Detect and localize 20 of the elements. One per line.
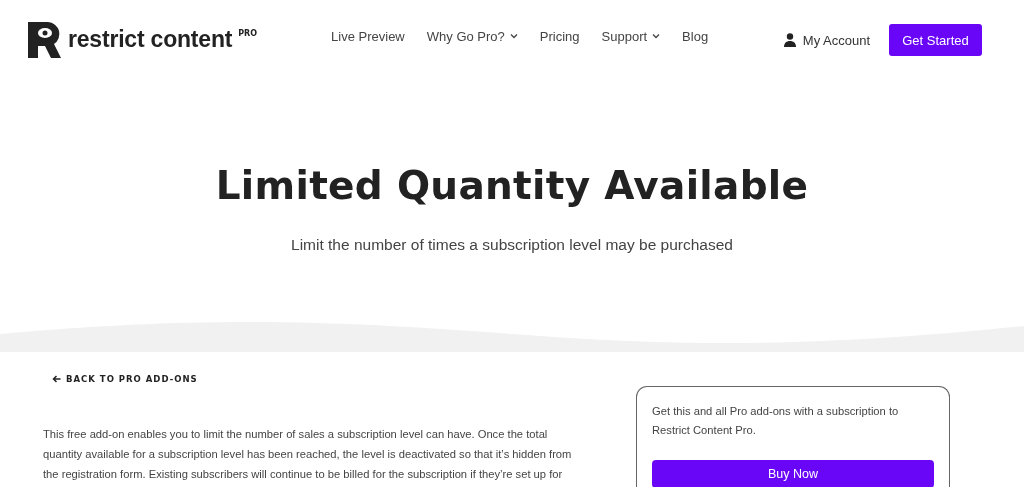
hero-title: Limited Quantity Available xyxy=(214,163,810,208)
nav-link[interactable]: Why Go Pro? xyxy=(426,28,505,44)
nav-link[interactable]: Support xyxy=(601,28,648,44)
chevron-down-icon[interactable] xyxy=(509,33,518,39)
logo-wordmark: restrict content xyxy=(68,26,233,53)
hero-subtitle: Limit the number of times a subscription level may be purchased xyxy=(290,236,734,254)
arrow-left-icon xyxy=(52,375,61,383)
get-started-button[interactable]: Get Started xyxy=(889,24,982,56)
user-icon xyxy=(783,33,796,47)
nav-link[interactable]: Live Preview xyxy=(331,28,405,44)
chevron-down-icon[interactable] xyxy=(652,33,661,39)
nav-link[interactable]: Pricing xyxy=(539,28,580,44)
nav-link[interactable]: Blog xyxy=(682,28,709,44)
my-account-link[interactable]: My Account xyxy=(783,32,870,48)
card-text: Get this and all Pro add-ons with a subscription to Restrict Content Pro. xyxy=(652,404,900,438)
logo-suffix-label: PRO xyxy=(238,29,258,38)
back-link[interactable]: BACK TO PRO ADD-ONS xyxy=(52,374,603,384)
buy-now-button[interactable]: Buy Now xyxy=(652,460,934,487)
logo-icon xyxy=(26,20,62,60)
description-paragraph: This free add-on enables you to limit the number of sales a subscription level can have. Once the total quantity available for a subscription level has been reached, the level is deactivated so that it’s hidden from the registration form. Existing subscribers will continue to be billed for the subscription if they’re set up for xyxy=(43,427,573,482)
